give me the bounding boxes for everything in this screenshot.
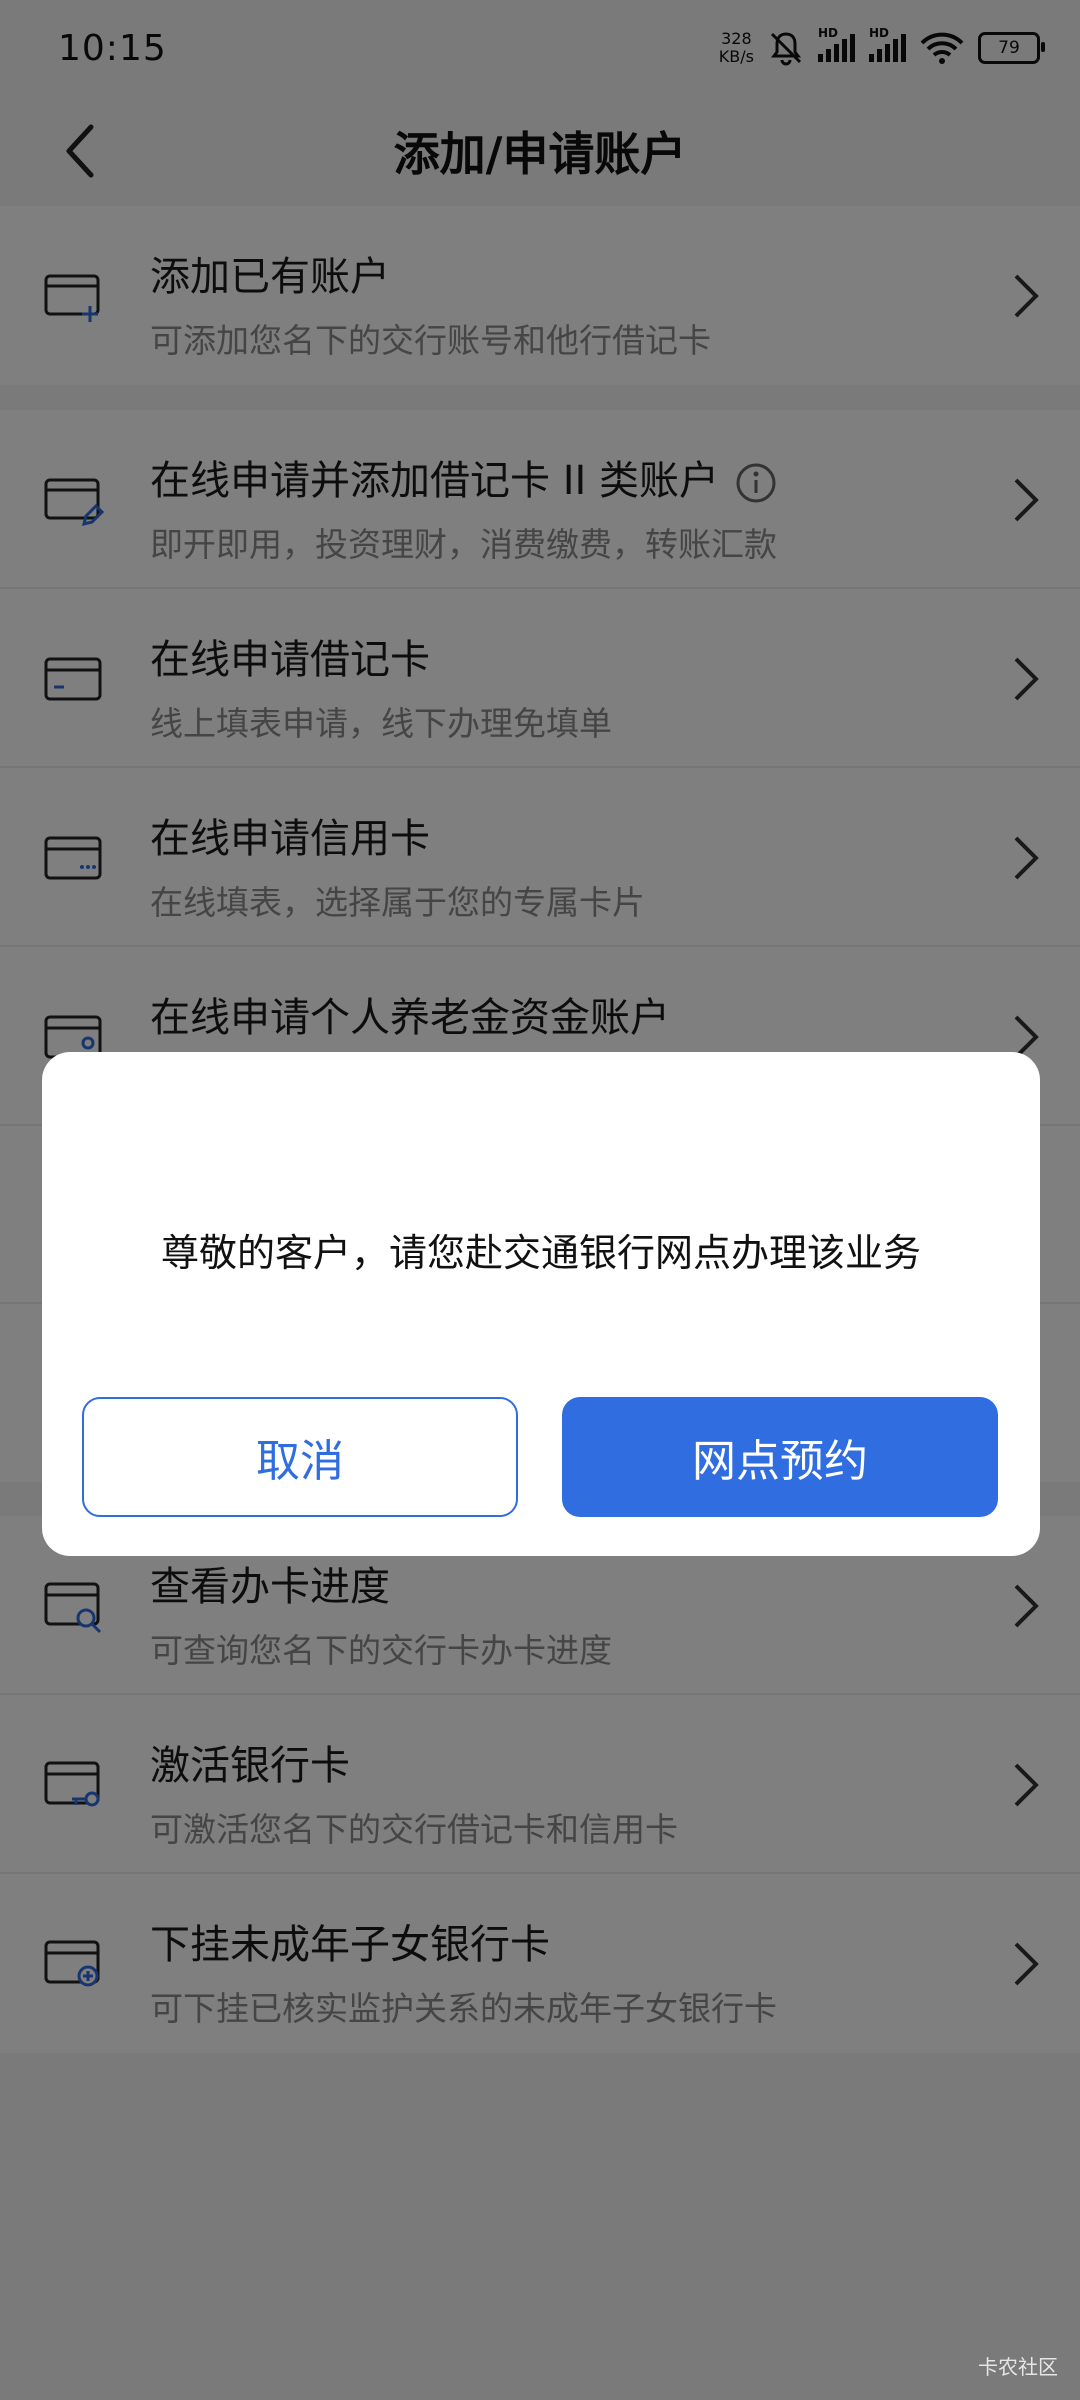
branch-appointment-button[interactable]: 网点预约 xyxy=(562,1397,998,1517)
cancel-button[interactable]: 取消 xyxy=(82,1397,518,1517)
alert-dialog: 尊敬的客户，请您赴交通银行网点办理该业务 取消 网点预约 xyxy=(42,1052,1040,1556)
watermark: 卡农社区 xyxy=(978,2355,1058,2379)
dialog-message: 尊敬的客户，请您赴交通银行网点办理该业务 xyxy=(160,1231,921,1275)
